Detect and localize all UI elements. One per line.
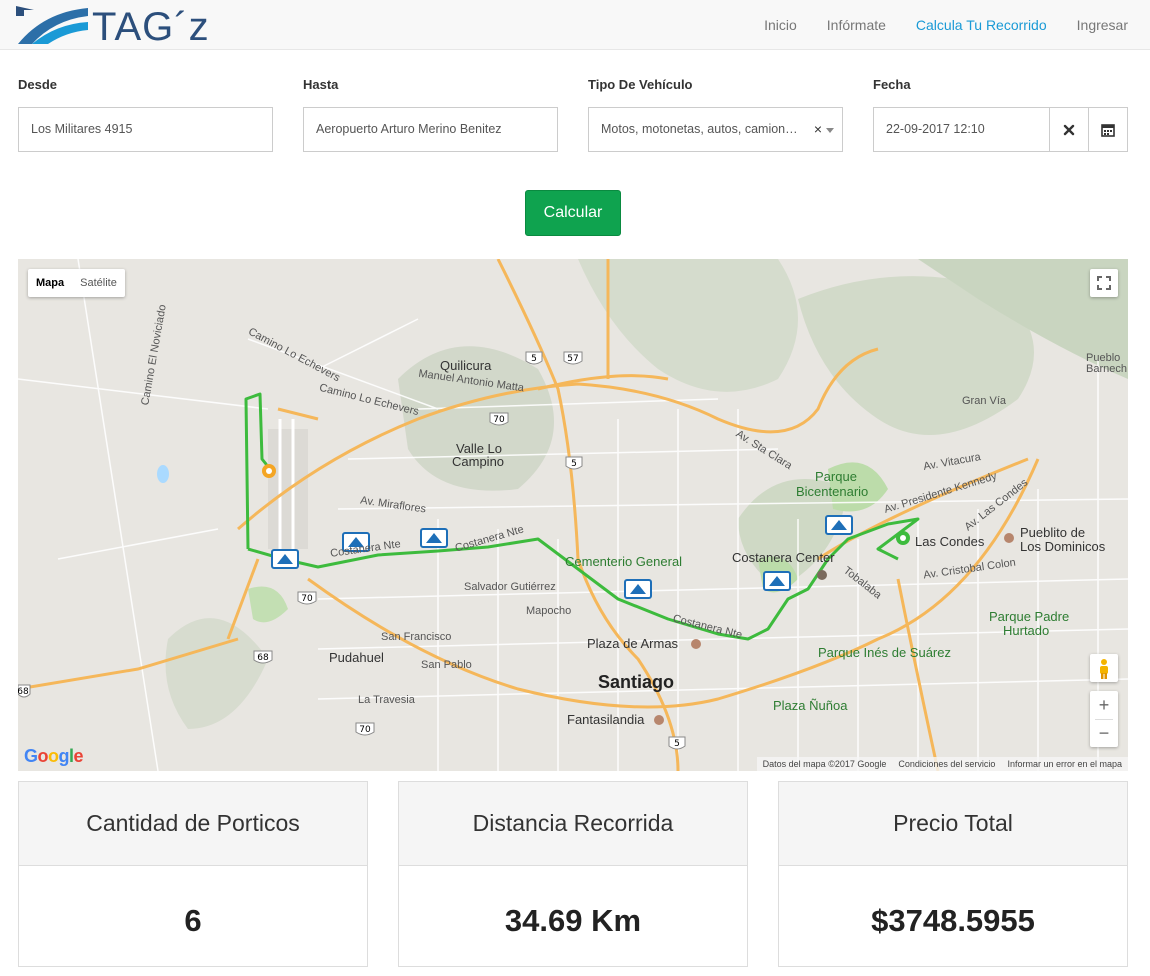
zoom-control: + − bbox=[1090, 691, 1118, 747]
map-type-map-button[interactable]: Mapa bbox=[28, 269, 72, 297]
map-label: Santiago bbox=[598, 672, 675, 692]
brand-name: TAG´z bbox=[92, 5, 210, 49]
nav-ingresar[interactable]: Ingresar bbox=[1062, 0, 1143, 50]
map-label: Parque Inés de Suárez bbox=[818, 645, 951, 660]
stat-title: Cantidad de Porticos bbox=[19, 782, 367, 866]
toll-portico-icon bbox=[763, 571, 791, 591]
map-label: La Travesia bbox=[358, 694, 415, 706]
fullscreen-button[interactable] bbox=[1090, 269, 1118, 297]
google-logo: Google bbox=[24, 746, 84, 766]
shield-5: 5 bbox=[531, 354, 537, 364]
map-label: Campino bbox=[452, 454, 505, 469]
clear-selection-icon[interactable]: × bbox=[814, 108, 822, 151]
route-map[interactable]: 5 57 70 5 70 68 68 70 5 Quilicura Manuel… bbox=[18, 259, 1128, 771]
hasta-input[interactable]: Aeropuerto Arturo Merino Benitez bbox=[303, 107, 558, 152]
map-label: Fantasilandia bbox=[567, 712, 645, 727]
nav-informate[interactable]: Infórmate bbox=[812, 0, 901, 50]
hasta-label: Hasta bbox=[303, 77, 339, 92]
clear-date-button[interactable] bbox=[1049, 107, 1089, 152]
highway-logo-icon bbox=[16, 6, 88, 44]
map-label: Salvador Gutiérrez bbox=[464, 581, 556, 593]
toll-portico-icon bbox=[271, 549, 299, 569]
fecha-input[interactable]: 22-09-2017 12:10 bbox=[873, 107, 1050, 152]
shield-70-c: 70 bbox=[359, 725, 371, 735]
desde-input[interactable]: Los Militares 4915 bbox=[18, 107, 273, 152]
map-label: Las Condes bbox=[915, 534, 985, 549]
map-label: San Francisco bbox=[381, 631, 452, 643]
report-error-link[interactable]: Informar un error en el mapa bbox=[1001, 757, 1128, 771]
toll-portico-icon bbox=[420, 528, 448, 548]
navbar: TAG´z Inicio Infórmate Calcula Tu Recorr… bbox=[0, 0, 1150, 50]
shield-68: 68 bbox=[257, 653, 269, 663]
stat-title: Precio Total bbox=[779, 782, 1127, 866]
stat-panel-distancia: Distancia Recorrida 34.69 Km bbox=[398, 781, 748, 967]
map-type-satellite-button[interactable]: Satélite bbox=[72, 269, 125, 297]
calendar-icon bbox=[1101, 123, 1115, 137]
close-icon bbox=[1063, 124, 1075, 135]
map-label: San Pablo bbox=[421, 659, 472, 671]
map-label: Plaza de Armas bbox=[587, 636, 679, 651]
terms-link[interactable]: Condiciones del servicio bbox=[892, 757, 1001, 771]
vehiculo-label: Tipo De Vehículo bbox=[588, 77, 693, 92]
shield-57: 57 bbox=[567, 354, 578, 364]
stat-value: $3748.5955 bbox=[871, 903, 1035, 938]
desde-label: Desde bbox=[18, 77, 58, 92]
shield-70-b: 70 bbox=[301, 594, 313, 604]
shield-68-b: 68 bbox=[18, 687, 29, 697]
main-nav: Inicio Infórmate Calcula Tu Recorrido In… bbox=[749, 0, 1143, 50]
toll-portico-icon bbox=[624, 579, 652, 599]
vehiculo-selected-value: Motos, motonetas, autos, camion… bbox=[601, 122, 798, 136]
nav-calcula-tu-recorrido[interactable]: Calcula Tu Recorrido bbox=[901, 0, 1062, 50]
map-label: Los Dominicos bbox=[1020, 539, 1106, 554]
map-data-attribution: Datos del mapa ©2017 Google bbox=[762, 759, 887, 769]
map-label: Bicentenario bbox=[796, 484, 869, 499]
shield-5-c: 5 bbox=[674, 739, 680, 749]
vehiculo-select[interactable]: Motos, motonetas, autos, camion… × bbox=[588, 107, 843, 152]
origin-marker-icon bbox=[896, 531, 910, 545]
map-label: Mapocho bbox=[526, 605, 572, 617]
zoom-in-button[interactable]: + bbox=[1090, 691, 1118, 719]
zoom-out-button[interactable]: − bbox=[1090, 719, 1118, 747]
map-label: Pudahuel bbox=[329, 650, 384, 665]
stat-value: 34.69 Km bbox=[504, 903, 642, 938]
map-label: Barnech bbox=[1086, 363, 1127, 375]
brand-logo[interactable]: TAG´z bbox=[14, 4, 229, 49]
map-label: Costanera Center bbox=[732, 550, 835, 565]
map-label: Gran Vía bbox=[962, 395, 1007, 407]
map-type-control: Mapa Satélite bbox=[28, 269, 125, 297]
stat-title: Distancia Recorrida bbox=[399, 782, 747, 866]
stat-panel-precio: Precio Total $3748.5955 bbox=[778, 781, 1128, 967]
pegman-icon bbox=[1100, 659, 1108, 679]
map-label: Hurtado bbox=[1003, 623, 1050, 638]
map-label: Parque Padre bbox=[989, 609, 1070, 624]
map-label: Plaza Ñuñoa bbox=[773, 698, 848, 713]
map-label: Parque bbox=[815, 469, 857, 484]
calcular-button[interactable]: Calcular bbox=[525, 190, 621, 236]
fecha-label: Fecha bbox=[873, 77, 911, 92]
map-label: Cementerio General bbox=[565, 554, 683, 569]
map-label: Pueblito de bbox=[1020, 525, 1086, 540]
street-view-pegman[interactable] bbox=[1090, 654, 1118, 682]
shield-70: 70 bbox=[493, 415, 505, 425]
toll-portico-icon bbox=[825, 515, 853, 535]
map-attribution: Datos del mapa ©2017 Google Condiciones … bbox=[756, 757, 1128, 771]
stat-value: 6 bbox=[184, 903, 202, 938]
stat-panel-porticos: Cantidad de Porticos 6 bbox=[18, 781, 368, 967]
shield-5-b: 5 bbox=[571, 459, 577, 469]
fullscreen-icon bbox=[1097, 276, 1111, 290]
calendar-button[interactable] bbox=[1088, 107, 1128, 152]
map-canvas[interactable]: 5 57 70 5 70 68 68 70 5 bbox=[18, 259, 1128, 771]
destination-marker-icon bbox=[262, 464, 276, 478]
nav-inicio[interactable]: Inicio bbox=[749, 0, 812, 50]
caret-down-icon[interactable] bbox=[826, 128, 834, 133]
